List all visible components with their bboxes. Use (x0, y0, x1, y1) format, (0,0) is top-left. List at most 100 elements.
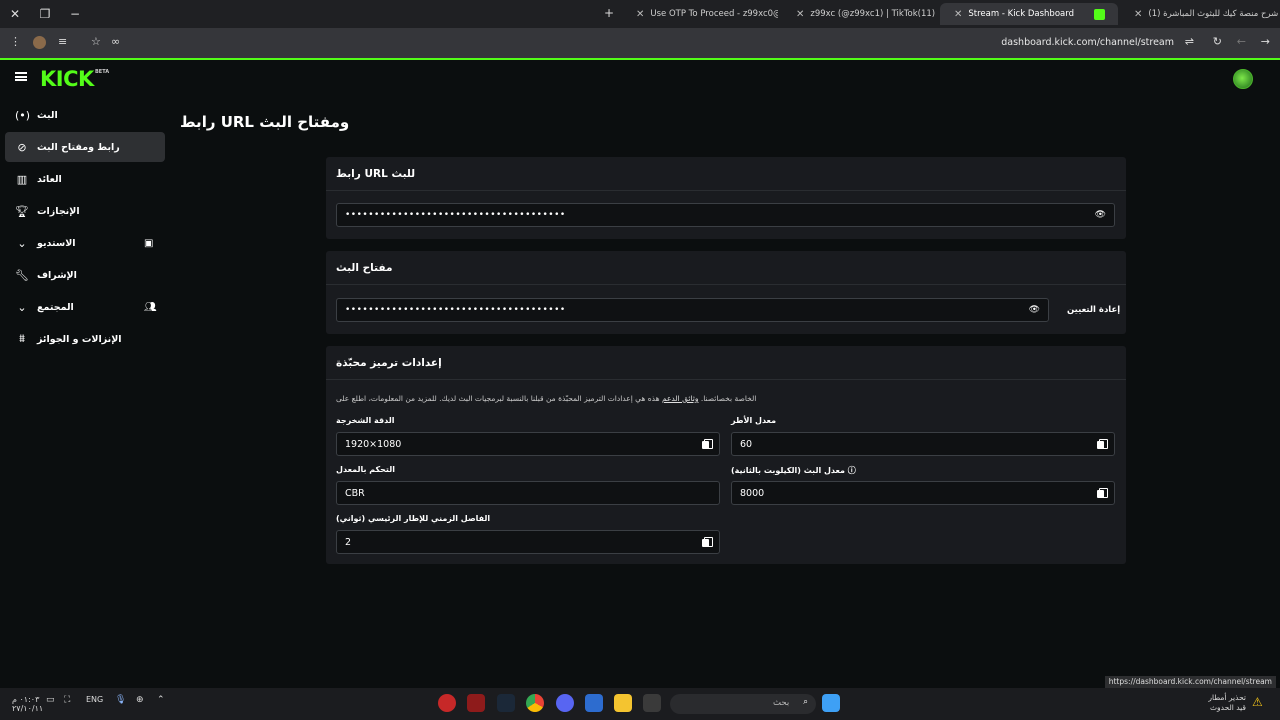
resolution-field[interactable]: 1920×1080 (336, 432, 720, 456)
steam-icon[interactable] (497, 694, 515, 712)
language-indicator[interactable]: ENG (86, 695, 103, 704)
tune-icon[interactable]: ⇌ (1185, 35, 1194, 48)
copy-icon[interactable] (1097, 439, 1108, 449)
bitrate-field[interactable]: 8000 (731, 481, 1115, 505)
glasses-icon[interactable]: ∞ (111, 35, 120, 48)
show-eye-icon[interactable]: 👁︎ (1095, 210, 1106, 220)
sidebar-item-revenue[interactable]: ▥ العائد (5, 164, 165, 194)
fps-label: معدل الأطر (731, 416, 777, 425)
link-icon: ⊘ (17, 140, 27, 154)
encoder-description: الخاصة بخصائصنا. وثائق الدعم هذه هي إعدا… (336, 394, 757, 403)
tab-close-icon[interactable]: ✕ (636, 9, 644, 20)
rate-control-label: التحكم بالمعدل (336, 465, 395, 474)
search-icon: ⌕ (803, 697, 808, 707)
minimize-window-icon[interactable]: − (60, 0, 90, 28)
tab-close-icon[interactable]: ✕ (954, 9, 962, 20)
browser-tab-bar: ✕ ❐ − ✕ (1) شرح منصة كيك للبثوث المباشرة… (0, 0, 1280, 28)
stream-url-card: رابط URL للبث ••••••••••••••••••••••••••… (326, 157, 1126, 239)
show-eye-icon[interactable]: 👁︎ (1029, 305, 1040, 315)
status-url-tooltip: https://dashboard.kick.com/channel/strea… (1104, 676, 1276, 688)
chrome-icon[interactable] (526, 694, 544, 712)
broadcast-icon: (•) (15, 108, 31, 122)
sidebar-item-studio[interactable]: ⌄ الاستديو ▣ (5, 228, 165, 258)
back-arrow-icon[interactable]: ← (1237, 35, 1246, 48)
address-bar: ⋮ ≡ ☆ ∞ dashboard.kick.com/channel/strea… (0, 28, 1280, 58)
hamburger-menu-icon[interactable] (15, 72, 27, 81)
stream-key-card: مفتاح البث •••••••••••••••••••••••••••••… (326, 251, 1126, 334)
stream-key-heading: مفتاح البث (326, 251, 1126, 285)
microphone-icon[interactable]: 🎙︎ (115, 695, 126, 705)
kick-favicon-icon (1094, 8, 1105, 20)
sidebar-item-community[interactable]: ⌄ المجتمع 👥︎ (5, 292, 165, 322)
copy-icon[interactable] (1097, 488, 1108, 498)
tab-youtube[interactable]: ✕ (1) شرح منصة كيك للبثوث المباشرة (1120, 3, 1280, 25)
bookmark-star-icon[interactable]: ☆ (91, 35, 101, 48)
info-icon[interactable]: ⓘ (848, 466, 856, 475)
sidebar: (•) البث ⊘ رابط ومفتاح البث ▥ العائد 🏆︎ … (5, 100, 165, 356)
tray-chevron-up-icon[interactable]: ⌃ (157, 695, 165, 705)
beta-badge: BETA (95, 69, 110, 75)
chevron-down-icon: ⌄ (17, 236, 27, 250)
kick-logo[interactable]: KICK (40, 67, 94, 91)
kick-dashboard: KICK BETA (•) البث ⊘ رابط ومفتاح البث ▥ … (0, 60, 1280, 688)
top-bar: KICK BETA (0, 60, 1280, 96)
taskbar-search[interactable]: بحث ⌕ (670, 694, 816, 714)
clock[interactable]: ٠١:٠٣ م ٢٧/١٠/١١ (12, 695, 43, 713)
weather-widget[interactable]: تحذير أمطار قيد الحدوث (1190, 693, 1246, 713)
page-title: رابط URL ومفتاح البث (180, 113, 350, 131)
keyframe-field[interactable]: 2 (336, 530, 720, 554)
profile-avatar-icon[interactable] (33, 36, 46, 49)
sidebar-item-drops-rewards[interactable]: ⩩ الإنزالات و الجوائز (5, 324, 165, 354)
close-window-icon[interactable]: ✕ (0, 0, 30, 28)
app-icon-2[interactable] (467, 694, 485, 712)
reload-icon[interactable]: ↻ (1213, 35, 1222, 48)
tab-close-icon[interactable]: ✕ (796, 9, 804, 20)
discord-icon[interactable] (556, 694, 574, 712)
tab-gmail[interactable]: ✕ Use OTP To Proceed - z99xc0@ (622, 3, 778, 25)
trophy-icon: 🏆︎ (15, 204, 29, 218)
chevron-down-icon: ⌄ (17, 300, 27, 314)
sidebar-item-stream-url-key[interactable]: ⊘ رابط ومفتاح البث (5, 132, 165, 162)
taskbar: ٠١:٠٣ م ٢٧/١٠/١١ ▭ ⛶ ENG 🎙︎ ⊕ ⌃ بحث ⌕ تح… (0, 688, 1280, 720)
sidebar-item-moderation[interactable]: 🔧︎ الإشراف (5, 260, 165, 290)
app-icon-1[interactable] (438, 694, 456, 712)
studio-icon: ▣ (144, 237, 154, 249)
display-icon[interactable]: ⛶ (64, 695, 70, 705)
gift-icon: ⩩ (19, 332, 25, 345)
network-icon[interactable]: ⊕ (136, 695, 144, 705)
notification-icon[interactable]: ▭ (46, 695, 55, 705)
stream-url-field[interactable]: •••••••••••••••••••••••••••••••••••••• 👁… (336, 203, 1115, 227)
rate-control-field[interactable]: CBR (336, 481, 720, 505)
new-tab-button[interactable]: + (604, 6, 614, 20)
sidebar-item-achievements[interactable]: 🏆︎ الإنجازات (5, 196, 165, 226)
encoder-settings-card: إعدادات ترميز محبّذة الخاصة بخصائصنا. وث… (326, 346, 1126, 564)
stream-key-field[interactable]: •••••••••••••••••••••••••••••••••••••• 👁… (336, 298, 1049, 322)
file-explorer-icon[interactable] (614, 694, 632, 712)
user-avatar[interactable] (1233, 69, 1253, 89)
bitrate-label: معدل البث (الكيلوبت بالثانية) ⓘ (731, 466, 856, 475)
url-text[interactable]: dashboard.kick.com/channel/stream (1001, 37, 1174, 48)
chart-icon: ▥ (16, 172, 28, 186)
restore-window-icon[interactable]: ❐ (30, 0, 60, 28)
encoder-heading: إعدادات ترميز محبّذة (326, 346, 1126, 380)
app-icon-8[interactable] (643, 694, 661, 712)
keyframe-label: الفاصل الزمني للإطار الرئيسي (ثواني) (336, 514, 491, 523)
copy-icon[interactable] (702, 439, 713, 449)
tab-tiktok[interactable]: ✕ z99xc (@z99xc1) | TikTok(11) (782, 3, 936, 25)
menu-dots-icon[interactable]: ⋮ (10, 35, 21, 48)
tab-close-icon[interactable]: ✕ (1134, 9, 1142, 20)
forward-arrow-icon[interactable]: → (1261, 35, 1270, 48)
reset-key-button[interactable]: إعادة التعيين (1067, 305, 1120, 315)
reading-list-icon[interactable]: ≡ (58, 35, 67, 48)
fps-field[interactable]: 60 (731, 432, 1115, 456)
tab-kick-dashboard[interactable]: ✕ Stream - Kick Dashboard (940, 3, 1118, 25)
windows-start-icon[interactable] (822, 694, 840, 712)
store-icon[interactable] (585, 694, 603, 712)
support-docs-link[interactable]: وثائق الدعم (662, 394, 699, 403)
wrench-icon: 🔧︎ (15, 268, 29, 282)
sidebar-item-stream[interactable]: (•) البث (5, 100, 165, 130)
resolution-label: الدقة الشخرجة (336, 416, 395, 425)
warning-icon: ⚠ (1252, 695, 1263, 709)
stream-url-heading: رابط URL للبث (326, 157, 1126, 191)
copy-icon[interactable] (702, 537, 713, 547)
